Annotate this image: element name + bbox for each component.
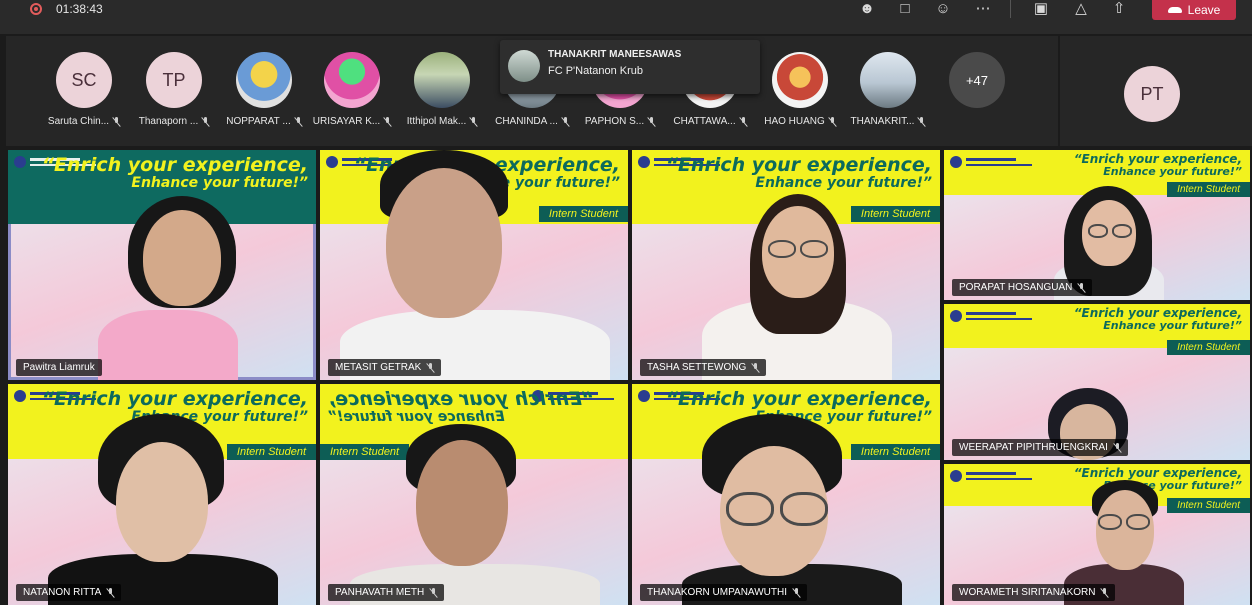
recording-icon — [30, 3, 42, 15]
participant-name: CHATTAWA... — [673, 116, 736, 127]
intern-label: Intern Student — [538, 206, 628, 222]
banner-slogan: “Enrich your experience, Enhance your fu… — [41, 154, 308, 191]
share-icon[interactable]: ⇧ — [1108, 0, 1130, 18]
mic-off-icon — [1114, 442, 1121, 453]
participant-item[interactable]: SC Saruta Chin... — [43, 52, 125, 127]
participant-name-tag: NATANON RITTA — [16, 584, 122, 601]
phone-icon — [1167, 7, 1182, 13]
meeting-timer: 01:38:43 — [56, 2, 103, 16]
self-avatar: PT — [1124, 66, 1180, 122]
mic-off-icon — [740, 116, 747, 127]
mic-off-icon — [107, 587, 114, 598]
mic-off-icon — [384, 116, 391, 127]
self-view: PT — [1060, 36, 1252, 146]
participant-item[interactable]: URISAYAR K... — [311, 52, 393, 127]
participant-name-tag: WORAMETH SIRITANAKORN — [952, 584, 1116, 601]
more-icon[interactable]: ⋯ — [972, 0, 994, 18]
mic-off-icon — [295, 116, 302, 127]
participant-name-tag: TASHA SETTEWONG — [640, 359, 767, 376]
video-tile[interactable]: “Enrich your experience, Enhance your fu… — [632, 150, 940, 380]
participant-item[interactable]: TP Thanaporn ... — [133, 52, 215, 127]
university-logo — [950, 470, 1036, 488]
participant-name: URISAYAR K... — [312, 116, 381, 127]
mic-off-icon — [113, 116, 120, 127]
leave-label: Leave — [1187, 3, 1221, 17]
chat-icon[interactable]: □ — [894, 0, 916, 18]
chat-notification[interactable]: THANAKRIT MANEESAWAS FC P'Natanon Krub — [500, 40, 760, 94]
intern-label: Intern Student — [850, 206, 940, 222]
mic-off-icon — [427, 362, 434, 373]
toolbar-divider — [1010, 0, 1011, 18]
mic-off-icon — [793, 587, 800, 598]
meeting-toolbar: 01:38:43 ☻ □ ☺ ⋯ ▣ △ ⇧ Leave — [0, 0, 1252, 34]
reactions-icon[interactable]: ☺ — [932, 0, 954, 18]
mic-off-icon — [648, 116, 655, 127]
mic-off-icon — [829, 116, 836, 127]
video-tile[interactable]: “Enrich your experience, Enhance your fu… — [944, 464, 1250, 605]
participant-item[interactable]: NOPPARAT ... — [223, 52, 305, 127]
more-count: +47 — [949, 52, 1005, 108]
video-tile[interactable]: “Enrich your experience, Enhance your fu… — [8, 384, 316, 605]
participant-name: PAPHON S... — [584, 116, 645, 127]
participant-name: CHANINDA ... — [495, 116, 558, 127]
participant-name: HAO HUANG — [764, 116, 825, 127]
toast-message: FC P'Natanon Krub — [548, 65, 644, 77]
intern-label: Intern Student — [1167, 498, 1250, 513]
more-participants-button[interactable]: +47 — [936, 52, 1018, 108]
video-tile[interactable]: “Enrich your experience, Enhance your fu… — [320, 384, 628, 605]
video-tile[interactable]: “Enrich your experience, Enhance your fu… — [944, 304, 1250, 460]
video-tile[interactable]: “Enrich your experience, Enhance your fu… — [8, 150, 316, 380]
video-tile[interactable]: “Enrich your experience, Enhance your fu… — [320, 150, 628, 380]
avatar — [236, 52, 292, 108]
avatar — [414, 52, 470, 108]
participant-name: NOPPARAT ... — [226, 116, 291, 127]
university-logo — [950, 156, 1036, 174]
participant-name: Thanaporn ... — [138, 116, 199, 127]
toast-sender: THANAKRIT MANEESAWAS — [548, 49, 682, 60]
avatar — [324, 52, 380, 108]
intern-label: Intern Student — [226, 444, 316, 460]
mic-off-icon — [562, 116, 569, 127]
video-tile[interactable]: “Enrich your experience, Enhance your fu… — [632, 384, 940, 605]
sender-avatar — [508, 50, 540, 82]
participant-name: Itthipol Mak... — [406, 116, 467, 127]
banner-slogan: “Enrich your experience, Enhance your fu… — [1073, 306, 1242, 332]
participant-name: Saruta Chin... — [47, 116, 110, 127]
avatar: SC — [56, 52, 112, 108]
intern-label: Intern Student — [1167, 182, 1250, 197]
participant-name-tag: METASIT GETRAK — [328, 359, 442, 376]
participant-name-tag: THANAKORN UMPANAWUTHI — [640, 584, 807, 601]
participant-name: THANAKRIT... — [850, 116, 915, 127]
participant-name-tag: PORAPAT HOSANGUAN — [952, 279, 1093, 296]
university-logo — [950, 310, 1036, 328]
participants-icon[interactable]: ☻ — [856, 0, 878, 18]
leave-button[interactable]: Leave — [1152, 0, 1236, 20]
participant-name-tag: Pawitra Liamruk — [16, 359, 102, 376]
participant-name-tag: PANHAVATH METH — [328, 584, 445, 601]
participant-name-tag: WEERAPAT PIPITHRUENGKRAI — [952, 439, 1128, 456]
intern-label: Intern Student — [850, 444, 940, 460]
avatar: TP — [146, 52, 202, 108]
mic-off-icon — [470, 116, 477, 127]
participant-item[interactable]: HAO HUANG — [759, 52, 841, 127]
banner-slogan: “Enrich your experience, Enhance your fu… — [328, 388, 595, 425]
mic-off-icon — [430, 587, 437, 598]
participant-item[interactable]: Itthipol Mak... — [401, 52, 483, 127]
mic-off-icon — [752, 362, 759, 373]
camera-off-icon[interactable]: ▣ — [1030, 0, 1052, 18]
video-tile[interactable]: “Enrich your experience, Enhance your fu… — [944, 150, 1250, 300]
mic-off-icon[interactable]: △ — [1070, 0, 1092, 18]
banner-slogan: “Enrich your experience, Enhance your fu… — [1073, 152, 1242, 178]
participant-item[interactable]: THANAKRIT... — [847, 52, 929, 127]
avatar — [772, 52, 828, 108]
mic-off-icon — [1078, 282, 1085, 293]
mic-off-icon — [202, 116, 209, 127]
intern-label: Intern Student — [320, 444, 410, 460]
intern-label: Intern Student — [1167, 340, 1250, 355]
mic-off-icon — [1101, 587, 1108, 598]
mic-off-icon — [918, 116, 925, 127]
avatar — [860, 52, 916, 108]
banner-slogan: “Enrich your experience, Enhance your fu… — [665, 154, 932, 191]
